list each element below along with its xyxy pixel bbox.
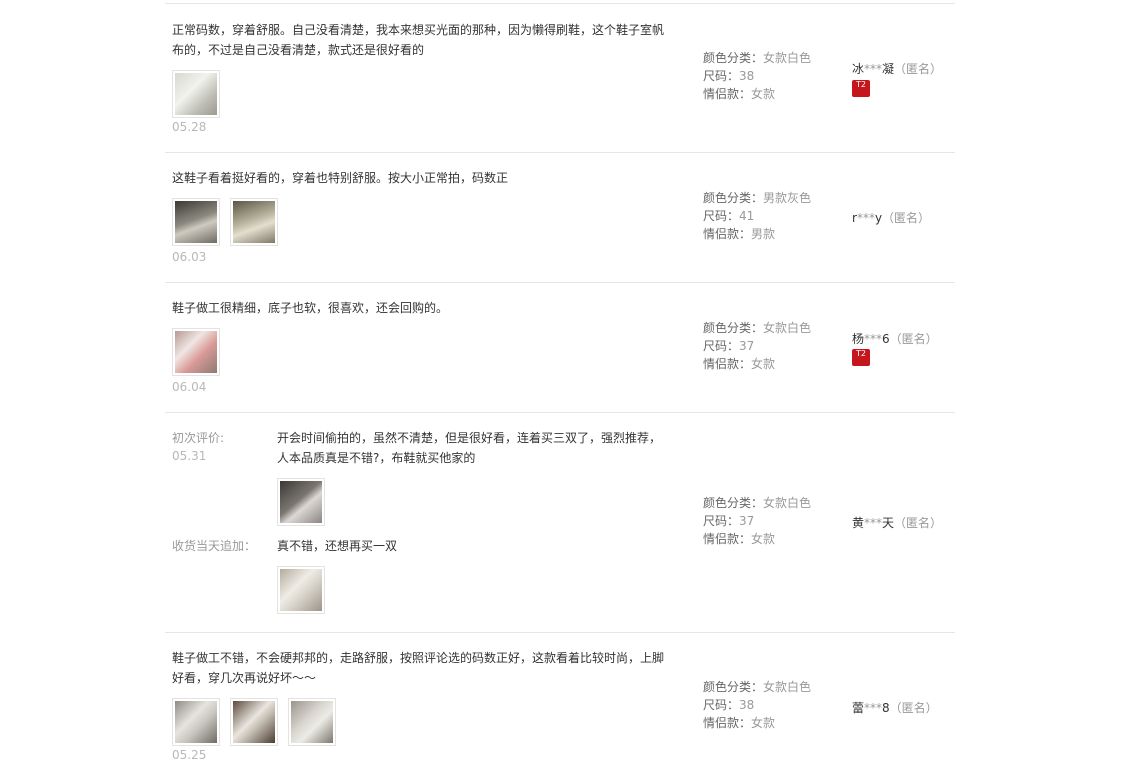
- sku-size-label: 尺码：: [703, 514, 740, 528]
- sku-couple-label: 情侣款：: [703, 532, 752, 546]
- reviewer-name-end: 天: [882, 516, 895, 530]
- review-photos: [277, 478, 325, 526]
- reviewer-name-mask: ***: [864, 332, 883, 346]
- reviewer-name-start: 杨: [852, 332, 865, 346]
- reviewer-name-mask: ***: [856, 211, 875, 225]
- review-item: 鞋子做工不错，不会硬邦邦的，走路舒服，按照评论选的码数正好，这款看着比较时尚，上…: [165, 632, 955, 772]
- reviewer-name-end: y: [874, 211, 883, 225]
- review-photo[interactable]: [288, 698, 336, 746]
- sku-info: 颜色分类：女款白色 尺码：37 情侣款：女款: [703, 319, 811, 373]
- review-photo[interactable]: [277, 478, 325, 526]
- review-date: 05.28: [172, 120, 207, 134]
- anonymous-tag: （匿名）: [894, 62, 943, 76]
- append-review-photos: [277, 566, 325, 614]
- reviewer-name: 杨***6（匿名）: [852, 330, 938, 347]
- member-level-badge: T2: [852, 349, 870, 366]
- first-review-label: 初次评价:: [172, 431, 225, 445]
- sku-color-value: 女款白色: [763, 496, 812, 510]
- sku-color-value: 女款白色: [763, 51, 812, 65]
- review-photos: [172, 70, 220, 118]
- sku-size-value: 37: [739, 339, 755, 353]
- reviewer-name: 冰***凝（匿名）: [852, 60, 942, 77]
- review-photos: [172, 698, 336, 746]
- review-photo[interactable]: [230, 698, 278, 746]
- sku-color-value: 男款灰色: [763, 191, 812, 205]
- sku-info: 颜色分类：女款白色 尺码：38 情侣款：女款: [703, 678, 811, 732]
- sku-size-label: 尺码：: [703, 209, 740, 223]
- append-review-text: 真不错，还想再买一双: [277, 539, 398, 553]
- reviewer-name: 黄***天（匿名）: [852, 514, 942, 531]
- review-text: 开会时间偷拍的，虽然不清楚，但是很好看，连着买三双了，强烈推荐，人本品质真是不错…: [277, 431, 662, 465]
- sku-size-label: 尺码：: [703, 698, 740, 712]
- sku-color-label: 颜色分类：: [703, 51, 764, 65]
- sku-couple-label: 情侣款：: [703, 357, 752, 371]
- sku-size-value: 38: [739, 698, 755, 712]
- sku-color-value: 女款白色: [763, 321, 812, 335]
- anonymous-tag: （匿名）: [889, 701, 938, 715]
- review-photo[interactable]: [172, 328, 220, 376]
- anonymous-tag: （匿名）: [894, 516, 943, 530]
- sku-couple-value: 男款: [751, 227, 776, 241]
- member-level-badge: T2: [852, 80, 870, 97]
- reviewer-name: r***y（匿名）: [852, 209, 930, 226]
- anonymous-tag: （匿名）: [882, 211, 931, 225]
- review-photos: [172, 328, 220, 376]
- sku-info: 颜色分类：女款白色 尺码：38 情侣款：女款: [703, 49, 811, 103]
- sku-color-value: 女款白色: [763, 680, 812, 694]
- member-level-text: T2: [856, 80, 866, 89]
- review-date: 06.03: [172, 250, 207, 264]
- review-text: 正常码数，穿着舒服。自己没看清楚，我本来想买光面的那种，因为懒得刷鞋，这个鞋子室…: [172, 23, 665, 57]
- review-text: 鞋子做工很精细，底子也软，很喜欢，还会回购的。: [172, 301, 449, 315]
- sku-color-label: 颜色分类：: [703, 321, 764, 335]
- review-item: 鞋子做工很精细，底子也软，很喜欢，还会回购的。 06.04 颜色分类：女款白色 …: [165, 282, 955, 413]
- review-photos: [172, 198, 278, 246]
- sku-couple-value: 女款: [751, 532, 776, 546]
- review-text: 鞋子做工不错，不会硬邦邦的，走路舒服，按照评论选的码数正好，这款看着比较时尚，上…: [172, 651, 665, 685]
- sku-couple-label: 情侣款：: [703, 716, 752, 730]
- anonymous-tag: （匿名）: [889, 332, 938, 346]
- review-item: 初次评价: 05.31 开会时间偷拍的，虽然不清楚，但是很好看，连着买三双了，强…: [165, 412, 955, 633]
- sku-couple-label: 情侣款：: [703, 87, 752, 101]
- review-photo[interactable]: [277, 566, 325, 614]
- sku-size-label: 尺码：: [703, 69, 740, 83]
- review-date: 05.25: [172, 748, 207, 762]
- first-review-date: 05.31: [172, 449, 207, 463]
- sku-info: 颜色分类：女款白色 尺码：37 情侣款：女款: [703, 494, 811, 548]
- review-photo[interactable]: [230, 198, 278, 246]
- sku-color-label: 颜色分类：: [703, 680, 764, 694]
- review-item: 这鞋子看着挺好看的，穿着也特别舒服。按大小正常拍，码数正 06.03 颜色分类：…: [165, 152, 955, 283]
- reviewer-name-start: 冰: [852, 62, 865, 76]
- sku-color-label: 颜色分类：: [703, 496, 764, 510]
- review-item: 正常码数，穿着舒服。自己没看清楚，我本来想买光面的那种，因为懒得刷鞋，这个鞋子室…: [165, 4, 955, 153]
- sku-size-label: 尺码：: [703, 339, 740, 353]
- review-date: 06.04: [172, 380, 207, 394]
- reviewer-name-mask: ***: [864, 516, 883, 530]
- sku-couple-value: 女款: [751, 716, 776, 730]
- sku-couple-label: 情侣款：: [703, 227, 752, 241]
- review-photo[interactable]: [172, 198, 220, 246]
- reviewer-name-end: 6: [882, 332, 890, 346]
- sku-size-value: 37: [739, 514, 755, 528]
- sku-size-value: 38: [739, 69, 755, 83]
- reviewer-name-start: 蕾: [852, 701, 865, 715]
- reviewer-name-mask: ***: [864, 701, 883, 715]
- reviewer-name-mask: ***: [864, 62, 883, 76]
- reviewer-name-end: 凝: [882, 62, 895, 76]
- sku-info: 颜色分类：男款灰色 尺码：41 情侣款：男款: [703, 189, 811, 243]
- reviewer-name-end: 8: [882, 701, 890, 715]
- sku-color-label: 颜色分类：: [703, 191, 764, 205]
- sku-size-value: 41: [739, 209, 755, 223]
- reviewer-name-start: 黄: [852, 516, 865, 530]
- append-review-label: 收货当天追加：: [172, 539, 257, 553]
- sku-couple-value: 女款: [751, 87, 776, 101]
- reviewer-name: 蕾***8（匿名）: [852, 699, 938, 716]
- review-photo[interactable]: [172, 70, 220, 118]
- sku-couple-value: 女款: [751, 357, 776, 371]
- review-photo[interactable]: [172, 698, 220, 746]
- review-text: 这鞋子看着挺好看的，穿着也特别舒服。按大小正常拍，码数正: [172, 171, 509, 185]
- member-level-text: T2: [856, 349, 866, 358]
